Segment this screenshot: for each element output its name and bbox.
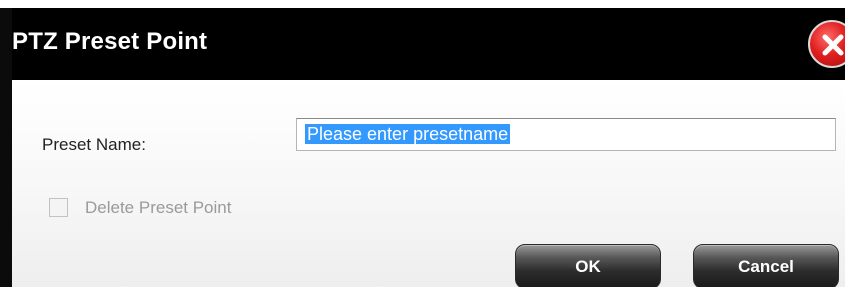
delete-preset-label: Delete Preset Point [85, 198, 232, 217]
close-icon [822, 34, 844, 56]
dialog-body: Preset Name: Please enter presetname Del… [12, 80, 845, 287]
cancel-button[interactable]: Cancel [693, 244, 839, 287]
preset-name-label: Preset Name: [42, 135, 146, 154]
ptz-preset-dialog: PTZ Preset Point Preset Name: Please ent… [0, 8, 845, 287]
ok-button[interactable]: OK [515, 244, 661, 287]
dialog-titlebar: PTZ Preset Point [12, 8, 845, 80]
preset-name-input-value: Please enter presetname [305, 124, 511, 144]
delete-preset-checkbox[interactable] [49, 198, 68, 217]
dialog-title: PTZ Preset Point [12, 28, 208, 55]
close-button[interactable] [808, 20, 845, 68]
screen: PTZ Preset Point Preset Name: Please ent… [0, 0, 845, 287]
preset-name-input[interactable]: Please enter presetname [296, 118, 836, 151]
